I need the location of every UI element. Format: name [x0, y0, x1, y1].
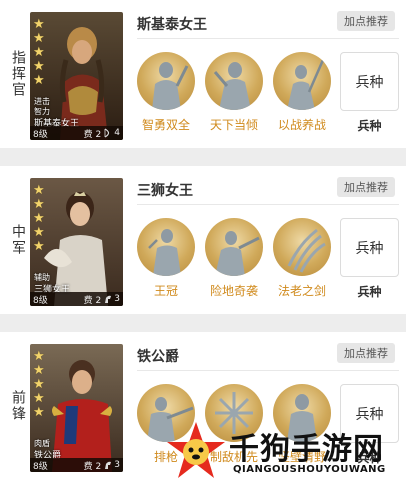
star-icon: ★ [33, 183, 45, 198]
star-icon: ★ [33, 197, 45, 212]
dog-logo-icon [167, 422, 225, 478]
troop-label: 兵种 [357, 119, 382, 133]
divider [137, 38, 399, 39]
star-icon: ★ [33, 45, 45, 60]
skill-2[interactable]: 天下当倾 [205, 52, 263, 133]
star-icon: ★ [33, 211, 45, 226]
position-label: 中军 [10, 224, 26, 256]
hero-card-1: 指挥官 ★ ★ ★ ★ ★ 进击 智力 斯基泰女王 8级 费 2 4 斯基泰女王… [0, 0, 406, 148]
troop-count: 3 [114, 460, 120, 470]
star-icon: ★ [33, 73, 45, 88]
star-icon: ★ [33, 377, 45, 392]
star-icon: ★ [33, 349, 45, 364]
skill-label: 以战养战 [277, 118, 326, 132]
hero-portrait[interactable]: ★ ★ ★ ★ ★ 肉盾 铁公爵 8级 费 2 3 [30, 344, 123, 472]
hero-level: 8级 [33, 295, 48, 306]
troop-selector[interactable]: 兵种 兵种 [340, 218, 399, 300]
recommend-button[interactable]: 加点推荐 [337, 177, 395, 197]
skill-statue-icon [137, 52, 195, 110]
skill-2[interactable]: 险地奇袭 [205, 218, 263, 299]
position-label: 前锋 [10, 390, 26, 422]
star-icon: ★ [33, 59, 45, 74]
skill-label: 智勇双全 [141, 118, 190, 132]
star-icon: ★ [33, 391, 45, 406]
bow-icon [104, 128, 110, 138]
divider [137, 204, 399, 205]
hero-level: 8级 [33, 129, 48, 140]
hero-portrait[interactable]: ★ ★ ★ ★ ★ 进击 智力 斯基泰女王 8级 费 2 4 [30, 12, 123, 140]
hero-title: 铁公爵 [137, 349, 179, 365]
star-icon: ★ [33, 17, 45, 32]
hero-cost: 费 2 [83, 461, 102, 472]
hero-cost: 费 2 [83, 295, 102, 306]
troop-label: 兵种 [357, 285, 382, 299]
troop-box[interactable]: 兵种 [340, 218, 399, 277]
troop-count: 4 [114, 128, 120, 138]
hero-level: 8级 [33, 461, 48, 472]
troop-box[interactable]: 兵种 [340, 52, 399, 111]
watermark-subtitle: QIANGOUSHOUYOUWANG [233, 464, 386, 475]
star-icon: ★ [33, 363, 45, 378]
star-rating: ★ ★ ★ ★ ★ [33, 350, 45, 419]
portrait-info-bar: 8级 费 2 3 [30, 292, 123, 306]
horse-icon [105, 461, 112, 469]
skill-3[interactable]: 法老之剑 [273, 218, 331, 299]
skill-claw-icon [273, 218, 331, 276]
hero-title: 斯基泰女王 [137, 17, 207, 33]
skill-1[interactable]: 王冠 [137, 218, 195, 299]
skill-label: 天下当倾 [209, 118, 258, 132]
skill-crown-icon [137, 218, 195, 276]
watermark-title: 千狗手游网 [229, 432, 384, 467]
star-rating: ★ ★ ★ ★ ★ [33, 18, 45, 87]
skill-ambush-icon [205, 218, 263, 276]
divider [137, 370, 399, 371]
hero-title: 三狮女王 [137, 183, 193, 199]
star-icon: ★ [33, 239, 45, 254]
skill-spear-icon [273, 52, 331, 110]
hero-card-2: 中军 ★ ★ ★ ★ ★ 辅助 三狮女王 8级 费 2 3 三狮女王 加点推荐 [0, 166, 406, 314]
troop-count: 3 [114, 294, 120, 304]
portrait-info-bar: 8级 费 2 3 [30, 458, 123, 472]
star-icon: ★ [33, 405, 45, 420]
hero-cost: 费 2 [83, 129, 102, 140]
star-icon: ★ [33, 31, 45, 46]
hero-portrait[interactable]: ★ ★ ★ ★ ★ 辅助 三狮女王 8级 费 2 3 [30, 178, 123, 306]
skill-label: 险地奇袭 [209, 284, 258, 298]
skill-label: 王冠 [153, 284, 178, 298]
skill-3[interactable]: 以战养战 [273, 52, 331, 133]
star-icon: ★ [33, 225, 45, 240]
skill-1[interactable]: 智勇双全 [137, 52, 195, 133]
recommend-button[interactable]: 加点推荐 [337, 343, 395, 363]
site-watermark: 千狗手游网 QIANGOUSHOUYOUWANG [165, 418, 405, 485]
position-label: 指挥官 [10, 50, 26, 98]
skill-label: 法老之剑 [277, 284, 326, 298]
portrait-info-bar: 8级 费 2 4 [30, 126, 123, 140]
star-rating: ★ ★ ★ ★ ★ [33, 184, 45, 253]
skill-warrior-icon [205, 52, 263, 110]
recommend-button[interactable]: 加点推荐 [337, 11, 395, 31]
horse-icon [105, 295, 112, 303]
troop-selector[interactable]: 兵种 兵种 [340, 52, 399, 134]
